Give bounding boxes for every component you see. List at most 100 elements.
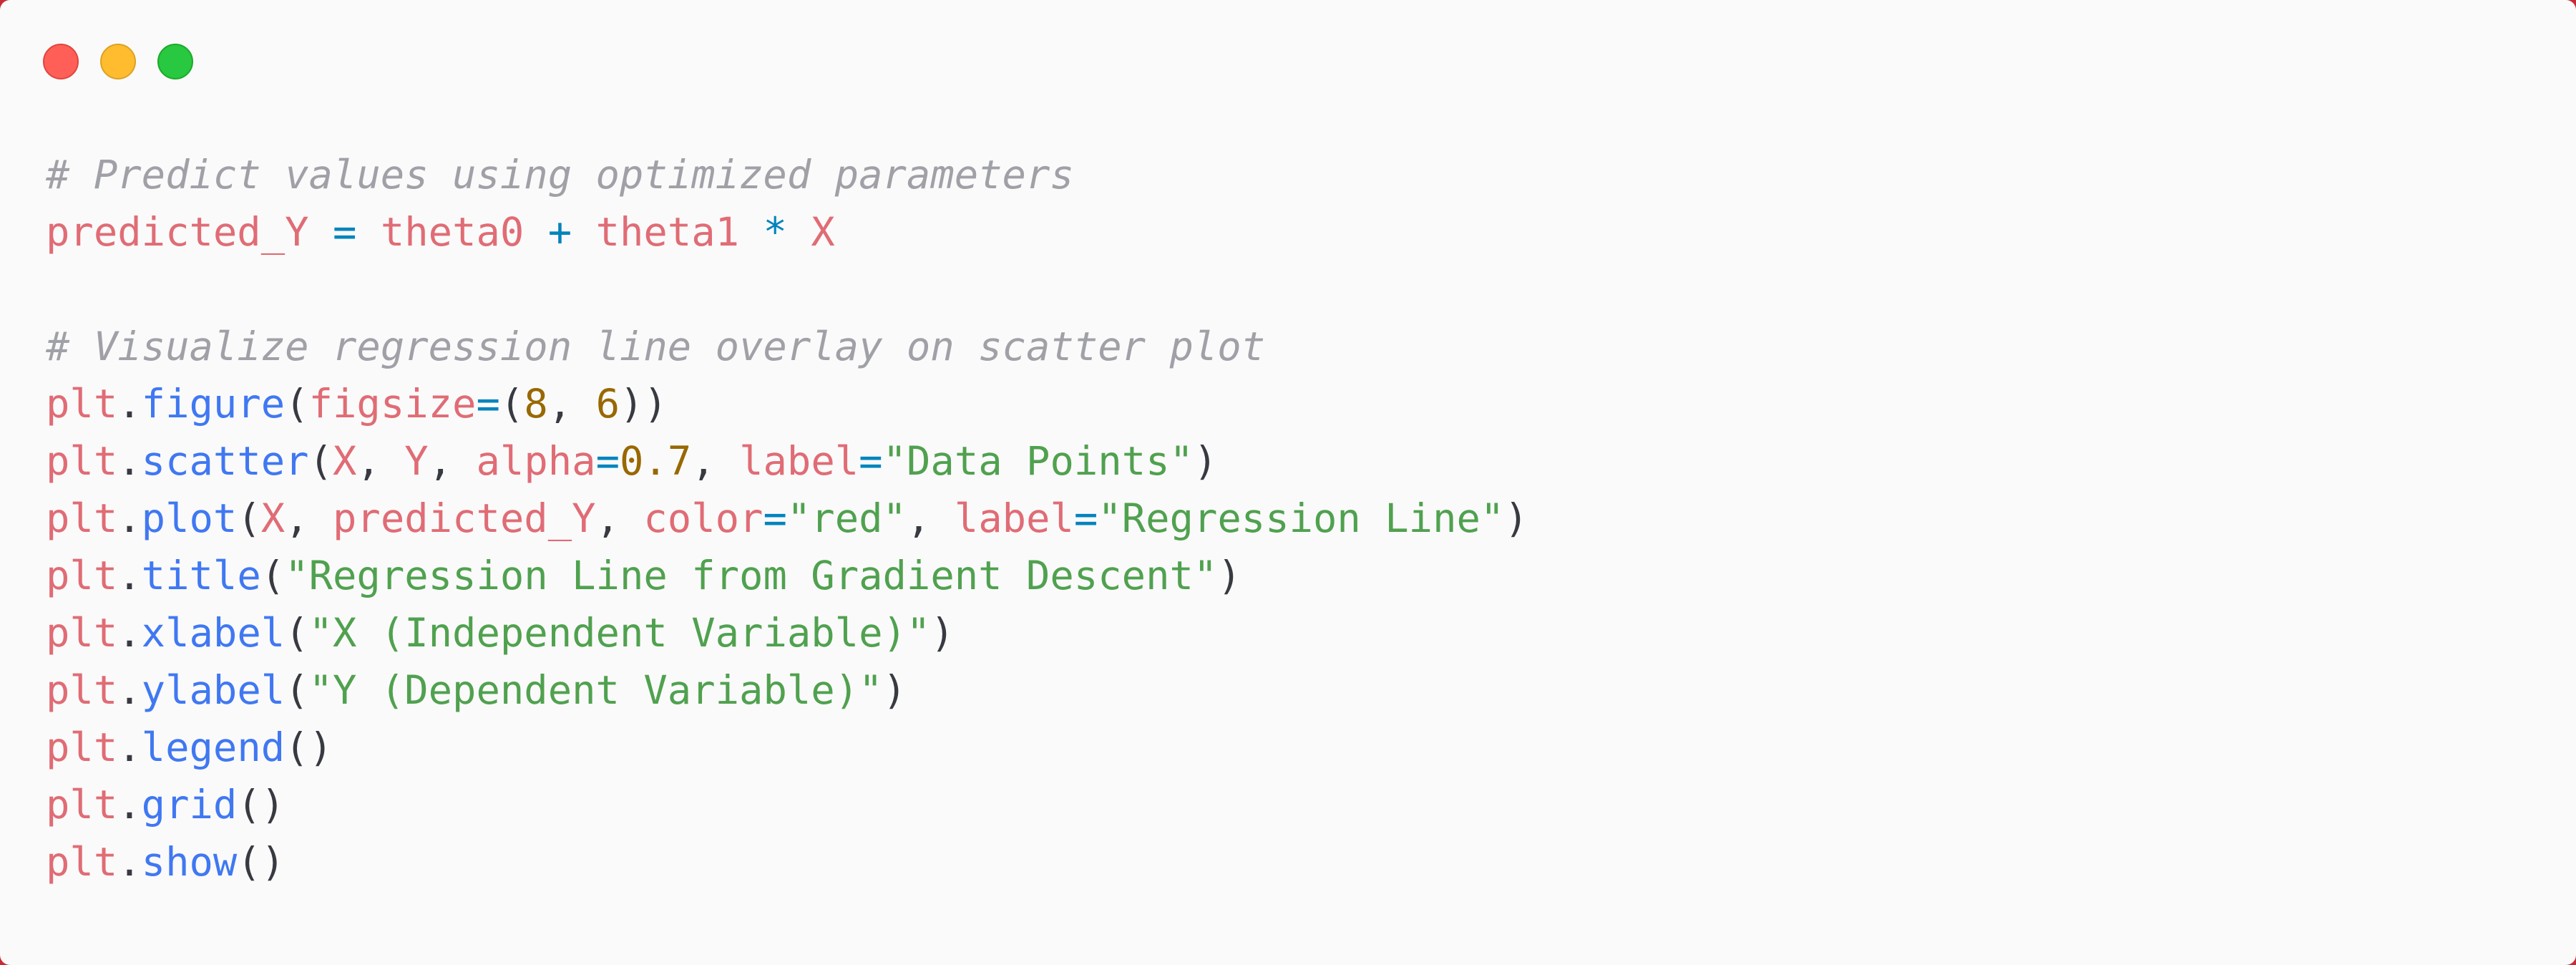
code-token: () — [237, 782, 286, 828]
window-controls — [43, 44, 193, 79]
code-token: # Predict values using optimized paramet… — [46, 152, 1074, 198]
maximize-button[interactable] — [157, 44, 193, 79]
code-token: "Regression Line" — [1098, 495, 1505, 542]
code-token: X — [811, 209, 835, 256]
code-line: plt.show() — [46, 834, 1528, 891]
code-line: plt.scatter(X, Y, alpha=0.7, label="Data… — [46, 433, 1528, 490]
code-token: . — [117, 839, 142, 886]
code-token: plt — [46, 724, 118, 771]
code-token: ( — [285, 667, 309, 714]
code-token: . — [117, 495, 142, 542]
code-token: predicted_Y — [333, 495, 596, 542]
code-token: theta1 — [595, 209, 740, 256]
code-line: plt.ylabel("Y (Dependent Variable)") — [46, 662, 1528, 719]
code-line: plt.legend() — [46, 719, 1528, 777]
code-token: ) — [1504, 495, 1528, 542]
code-token: = — [859, 438, 883, 485]
code-token: . — [117, 667, 142, 714]
code-line: # Visualize regression line overlay on s… — [46, 319, 1528, 376]
code-token: ) — [930, 610, 955, 656]
code-line: predicted_Y = theta0 + theta1 * X — [46, 204, 1528, 261]
code-token: 0.7 — [620, 438, 692, 485]
code-token: plt — [46, 610, 118, 656]
code-token: ( — [285, 381, 309, 427]
code-token: * — [763, 209, 787, 256]
code-token: () — [285, 724, 333, 771]
code-token: plt — [46, 495, 118, 542]
code-token: scatter — [141, 438, 309, 485]
code-token: + — [547, 209, 572, 256]
code-token: = — [595, 438, 620, 485]
code-token: color — [643, 495, 763, 542]
code-token: , — [547, 381, 596, 427]
code-token: label — [739, 438, 859, 485]
code-token: xlabel — [141, 610, 286, 656]
code-token: plt — [46, 839, 118, 886]
code-line: plt.xlabel("X (Independent Variable)") — [46, 605, 1528, 662]
code-token: title — [141, 553, 261, 599]
code-token: "Data Points" — [882, 438, 1194, 485]
code-token: plt — [46, 381, 118, 427]
code-token: , — [691, 438, 740, 485]
code-token: plt — [46, 438, 118, 485]
code-token: ylabel — [141, 667, 286, 714]
code-token: ) — [1217, 553, 1241, 599]
code-token: ( — [285, 610, 309, 656]
code-token: Y — [404, 438, 429, 485]
code-token: show — [141, 839, 238, 886]
code-block: # Predict values using optimized paramet… — [46, 147, 1528, 891]
code-token: , — [428, 438, 477, 485]
code-line: plt.title("Regression Line from Gradient… — [46, 548, 1528, 605]
code-line: plt.grid() — [46, 777, 1528, 834]
code-token: label — [954, 495, 1074, 542]
code-token: plt — [46, 667, 118, 714]
code-token: () — [237, 839, 286, 886]
code-token: figsize — [308, 381, 477, 427]
code-token: 6 — [595, 381, 620, 427]
code-window: # Predict values using optimized paramet… — [0, 0, 2576, 965]
code-token: plt — [46, 782, 118, 828]
code-token: "Regression Line from Gradient Descent" — [285, 553, 1218, 599]
code-token: . — [117, 610, 142, 656]
code-token: 8 — [524, 381, 548, 427]
code-token: , — [356, 438, 405, 485]
code-token: legend — [141, 724, 286, 771]
code-line: plt.figure(figsize=(8, 6)) — [46, 376, 1528, 433]
code-token: . — [117, 438, 142, 485]
code-token: , — [595, 495, 644, 542]
code-token: predicted_Y — [46, 209, 309, 256]
code-token: "X (Independent Variable)" — [308, 610, 931, 656]
code-token: # Visualize regression line overlay on s… — [46, 324, 1266, 370]
code-token: . — [117, 553, 142, 599]
code-token: "Y (Dependent Variable)" — [308, 667, 883, 714]
code-token: . — [117, 724, 142, 771]
code-token: , — [285, 495, 333, 542]
code-token: theta0 — [380, 209, 525, 256]
code-token: X — [260, 495, 286, 542]
code-token: alpha — [476, 438, 596, 485]
code-token: . — [117, 782, 142, 828]
code-line: plt.plot(X, predicted_Y, color="red", la… — [46, 490, 1528, 548]
code-token: = — [332, 209, 357, 256]
code-token: plot — [141, 495, 238, 542]
code-token: , — [906, 495, 955, 542]
minimize-button[interactable] — [100, 44, 136, 79]
code-token: ( — [308, 438, 333, 485]
code-token: = — [1073, 495, 1098, 542]
code-token: "red" — [786, 495, 907, 542]
code-token: grid — [141, 782, 238, 828]
code-token: ( — [499, 381, 525, 427]
code-token: ( — [237, 495, 261, 542]
code-token: X — [333, 438, 357, 485]
code-line: # Predict values using optimized paramet… — [46, 147, 1528, 204]
code-token: ) — [882, 667, 907, 714]
code-token: )) — [620, 381, 668, 427]
close-button[interactable] — [43, 44, 79, 79]
code-token: = — [763, 495, 787, 542]
